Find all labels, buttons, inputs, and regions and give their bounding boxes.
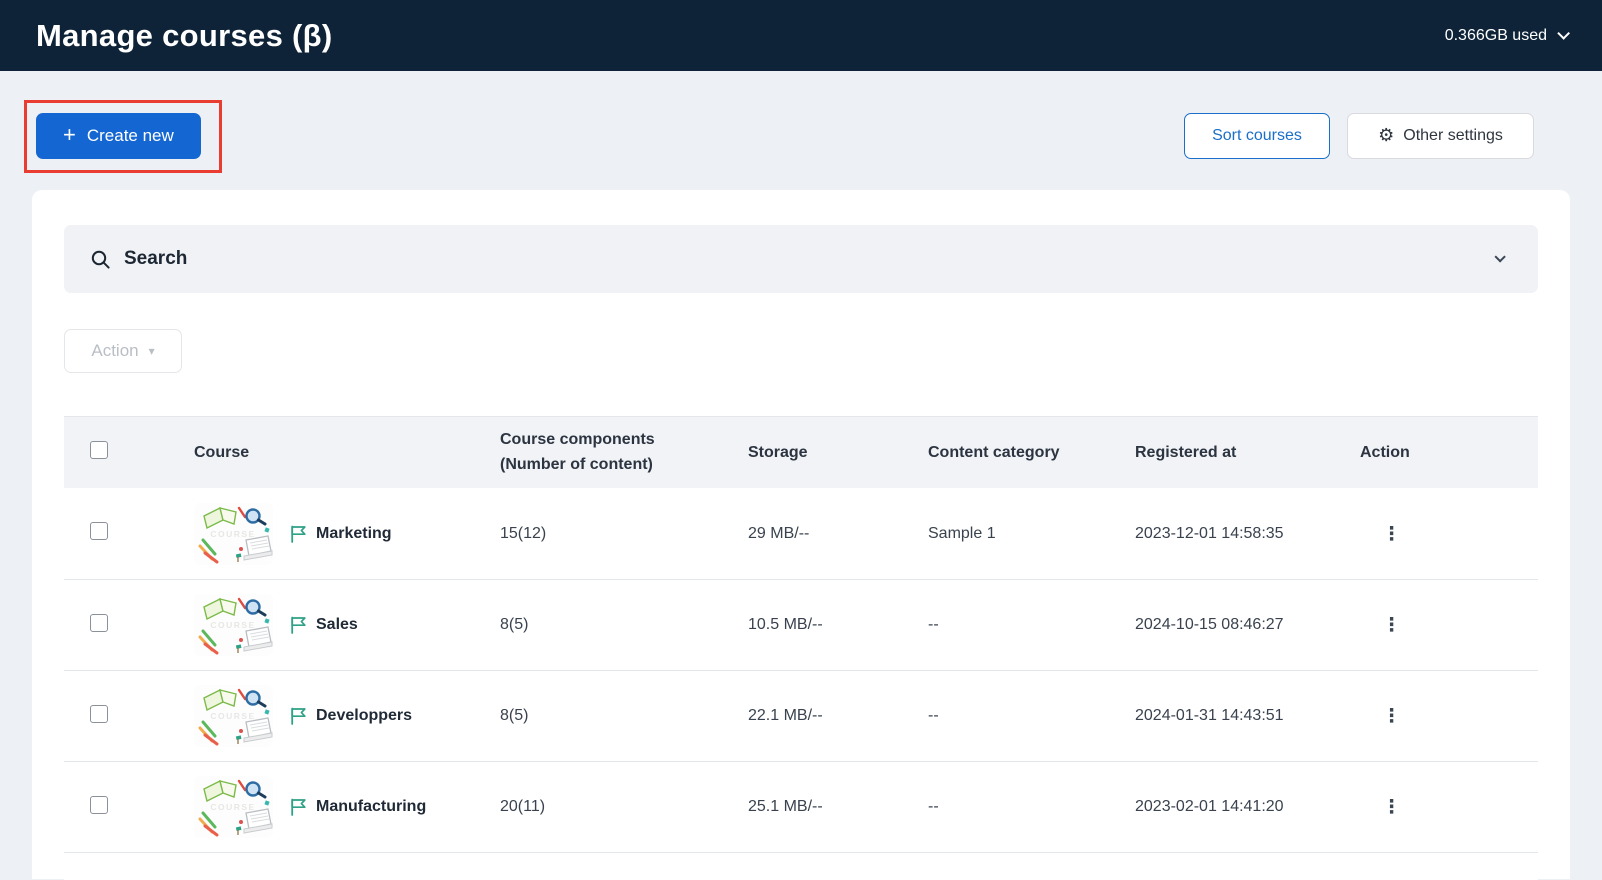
storage-cell: 25.1 MB/-- — [748, 798, 823, 815]
svg-text:COURSE: COURSE — [210, 802, 255, 812]
category-cell: -- — [928, 707, 939, 724]
course-name-link[interactable]: Developpers — [316, 707, 412, 725]
row-checkbox[interactable] — [90, 522, 108, 540]
category-cell: -- — [928, 798, 939, 815]
partial-next-row — [64, 852, 1538, 880]
column-course: Course — [194, 443, 250, 461]
category-cell: Sample 1 — [928, 524, 996, 542]
course-thumbnail: COURSE — [194, 776, 273, 838]
svg-text:COURSE: COURSE — [210, 620, 255, 630]
row-kebab-menu-icon[interactable]: ⋮ — [1382, 614, 1401, 636]
search-expand-chevron-icon[interactable] — [1494, 251, 1506, 263]
row-kebab-menu-icon[interactable]: ⋮ — [1382, 523, 1401, 545]
row-checkbox[interactable] — [90, 704, 108, 723]
create-new-label: Create new — [86, 126, 174, 145]
sort-courses-button[interactable]: Sort courses — [1184, 113, 1330, 159]
storage-cell: 10.5 MB/-- — [748, 616, 823, 633]
storage-cell: 22.1 MB/-- — [748, 707, 823, 724]
bulk-action-label: Action — [91, 341, 139, 360]
registered-cell: 2024-10-15 08:46:27 — [1135, 616, 1284, 633]
create-new-button[interactable]: + Create new — [36, 113, 201, 159]
page-title: Manage courses (β) — [36, 17, 333, 53]
bulk-action-dropdown[interactable]: Action ▾ — [64, 329, 182, 373]
category-cell: -- — [928, 616, 939, 633]
gear-icon: ⚙ — [1378, 125, 1395, 146]
column-registered: Registered at — [1135, 443, 1237, 461]
course-thumbnail: COURSE — [194, 685, 273, 747]
table-row: COURSE — [64, 761, 1538, 852]
flag-icon — [290, 707, 307, 725]
svg-text:COURSE: COURSE — [210, 711, 255, 721]
flag-icon — [290, 525, 307, 543]
course-name-link[interactable]: Sales — [316, 616, 358, 634]
plus-icon: + — [63, 122, 76, 147]
column-category: Content category — [928, 443, 1060, 461]
registered-cell: 2023-02-01 14:41:20 — [1135, 798, 1284, 815]
course-name-link[interactable]: Marketing — [316, 525, 392, 543]
chevron-down-icon — [1557, 27, 1570, 40]
row-checkbox[interactable] — [90, 795, 108, 814]
course-components-cell: 20(11) — [500, 798, 546, 815]
storage-used-dropdown[interactable]: 0.366GB used — [1444, 26, 1570, 45]
storage-used-label: 0.366GB used — [1444, 26, 1547, 44]
column-action: Action — [1360, 443, 1410, 461]
other-settings-label: Other settings — [1403, 127, 1503, 144]
course-components-cell: 15(12) — [500, 524, 547, 542]
course-name-link[interactable]: Manufacturing — [316, 798, 426, 816]
caret-down-icon: ▾ — [148, 344, 155, 358]
row-checkbox[interactable] — [90, 613, 108, 632]
course-thumbnail: COURSE — [194, 594, 273, 656]
courses-table: Course Course components (Number of cont… — [64, 416, 1538, 880]
search-collapse-bar[interactable]: Search — [64, 225, 1538, 293]
table-row: COURSE — [64, 579, 1538, 670]
row-kebab-menu-icon[interactable]: ⋮ — [1382, 705, 1401, 727]
flag-icon — [290, 616, 307, 634]
app-header: Manage courses (β) 0.366GB used — [0, 0, 1602, 71]
search-label: Search — [124, 248, 188, 269]
course-components-cell: 8(5) — [500, 616, 529, 633]
registered-cell: 2023-12-01 14:58:35 — [1135, 524, 1284, 542]
svg-text:COURSE: COURSE — [210, 529, 255, 539]
flag-icon — [290, 798, 307, 816]
registered-cell: 2024-01-31 14:43:51 — [1135, 707, 1284, 724]
course-thumbnail: COURSE — [194, 502, 273, 565]
table-header-row: Course Course components (Number of cont… — [64, 417, 1538, 488]
other-settings-button[interactable]: ⚙ Other settings — [1347, 113, 1534, 159]
table-row: COURSE — [64, 670, 1538, 761]
row-kebab-menu-icon[interactable]: ⋮ — [1382, 796, 1401, 818]
column-components: Course components (Number of content) — [500, 430, 655, 473]
select-all-checkbox[interactable] — [90, 441, 108, 459]
course-components-cell: 8(5) — [500, 707, 529, 724]
search-icon — [91, 250, 110, 269]
table-body: COURSE Marketing 15(12) 29 MB/-- Sample … — [64, 488, 1538, 852]
storage-cell: 29 MB/-- — [748, 524, 810, 542]
courses-panel: Search Action ▾ Course Course components… — [32, 190, 1570, 880]
table-row: COURSE — [64, 488, 1538, 579]
column-storage: Storage — [748, 443, 808, 461]
